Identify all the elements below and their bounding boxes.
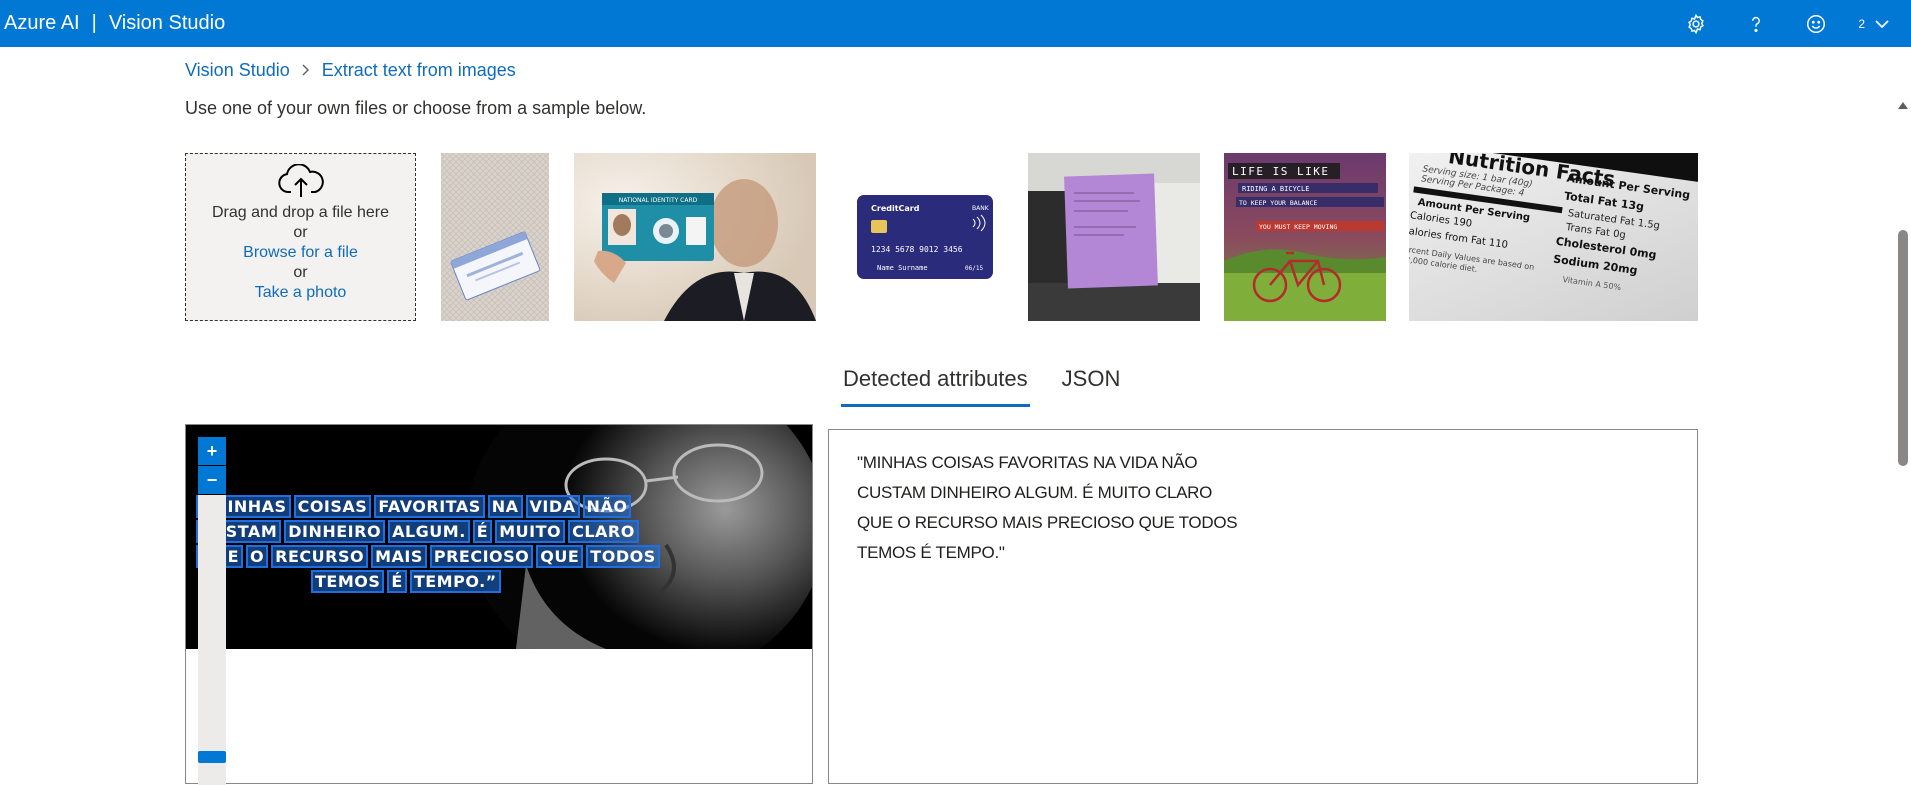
image-preview-panel: “MINHAS COISAS FAVORITAS NA VIDA NÃO CUSTAM DI… xyxy=(185,424,813,785)
extracted-line-3: QUE O RECURSO MAIS PRECIOSO QUE TODOS xyxy=(857,513,1238,532)
ocr-word[interactable]: DINHEIRO xyxy=(284,520,386,543)
ocr-word[interactable]: O xyxy=(246,545,269,568)
ocr-line-2: CUSTAM DINHEIRO ALGUM. É MUITO CLARO xyxy=(196,520,642,543)
ocr-line-4: TEMOS É TEMPO.” xyxy=(311,570,504,593)
sample-social-security-card[interactable] xyxy=(441,153,549,321)
or-text: or xyxy=(293,264,308,281)
credit-card-number: 1234 5678 9012 3456 xyxy=(871,245,963,254)
credit-card-bank: BANK xyxy=(972,205,990,212)
extracted-line-1: "MINHAS COISAS FAVORITAS NA VIDA NÃO xyxy=(857,453,1198,472)
ocr-word[interactable]: TODOS xyxy=(586,545,660,568)
ocr-word[interactable]: COISAS xyxy=(293,495,372,518)
extracted-line-4: TEMOS É TEMPO." xyxy=(857,543,1005,562)
zoom-in-button[interactable]: + xyxy=(198,437,226,465)
analyzed-image: “MINHAS COISAS FAVORITAS NA VIDA NÃO CUSTAM DI… xyxy=(186,425,812,649)
ocr-word[interactable]: NA xyxy=(487,495,523,518)
ocr-word[interactable]: CLARO xyxy=(568,520,639,543)
help-button[interactable] xyxy=(1726,0,1786,47)
sample-nutrition-facts[interactable]: Nutrition Facts Serving size: 1 bar (40g… xyxy=(1409,153,1698,321)
account-menu[interactable]: 2 xyxy=(1846,17,1911,31)
breadcrumb-vision-studio[interactable]: Vision Studio xyxy=(185,60,290,81)
ocr-word[interactable]: NÃO xyxy=(582,495,632,518)
zoom-slider-handle[interactable] xyxy=(198,751,226,763)
ocr-word[interactable]: RECURSO xyxy=(271,545,369,568)
take-photo-link[interactable]: Take a photo xyxy=(186,283,415,303)
bicycle-poster-image: LIFE IS LIKE RIDING A BICYCLE TO KEEP YO… xyxy=(1224,153,1386,321)
brand-vision-studio: Vision Studio xyxy=(108,12,226,34)
poster-line-2: RIDING A BICYCLE xyxy=(1242,185,1309,193)
sticky-note-image xyxy=(1028,153,1200,321)
ocr-word[interactable]: FAVORITAS xyxy=(374,495,485,518)
tab-json[interactable]: JSON xyxy=(1060,362,1123,407)
ocr-word[interactable]: MUITO xyxy=(495,520,566,543)
sample-credit-card[interactable]: CreditCard BANK 1234 5678 9012 3456 Name… xyxy=(841,153,1021,321)
ocr-line-1: “MINHAS COISAS FAVORITAS NA VIDA NÃO xyxy=(196,495,634,518)
gear-icon xyxy=(1688,13,1705,34)
credit-card-expiry: 06/15 xyxy=(965,265,983,272)
zoom-out-button[interactable]: − xyxy=(198,466,226,494)
ocr-word[interactable]: É xyxy=(472,520,493,543)
sample-bicycle-poster[interactable]: LIFE IS LIKE RIDING A BICYCLE TO KEEP YO… xyxy=(1224,153,1386,321)
ocr-word[interactable]: MAIS xyxy=(371,545,427,568)
intro-text: Use one of your own files or choose from… xyxy=(185,98,647,118)
drag-drop-text: Drag and drop a file here xyxy=(212,204,389,221)
credit-card-image: CreditCard BANK 1234 5678 9012 3456 Name… xyxy=(841,153,1021,321)
result-tabs: Detected attributes JSON xyxy=(841,362,1152,407)
zoom-slider-track[interactable] xyxy=(198,495,226,785)
poster-line-1: LIFE IS LIKE xyxy=(1232,165,1329,178)
id-card-photo-image: NATIONAL IDENTITY CARD xyxy=(574,153,816,321)
tab-detected-attributes[interactable]: Detected attributes xyxy=(841,362,1030,407)
feedback-button[interactable] xyxy=(1786,0,1846,47)
ocr-word[interactable]: QUE xyxy=(536,545,584,568)
cloud-upload-icon xyxy=(186,163,415,203)
extracted-line-2: CUSTAM DINHEIRO ALGUM. É MUITO CLARO xyxy=(857,483,1213,502)
scroll-up-arrow-icon[interactable] xyxy=(1898,102,1908,109)
top-bar: Azure AI | Vision Studio 2 xyxy=(0,0,1911,47)
settings-button[interactable] xyxy=(1666,0,1726,47)
breadcrumb: Vision Studio Extract text from images xyxy=(185,60,516,81)
scrollbar-thumb[interactable] xyxy=(1898,230,1908,466)
social-security-card-image xyxy=(441,153,549,321)
ocr-word[interactable]: TEMOS xyxy=(311,570,385,593)
nutrition-facts-image: Nutrition Facts Serving size: 1 bar (40g… xyxy=(1409,153,1698,321)
brand-azure-ai: Azure AI xyxy=(4,12,80,34)
upload-dropzone[interactable]: Drag and drop a file here or Browse for … xyxy=(185,153,416,321)
sample-id-card[interactable]: NATIONAL IDENTITY CARD xyxy=(574,153,816,321)
credit-card-brand: CreditCard xyxy=(871,204,920,213)
ocr-word[interactable]: É xyxy=(387,570,407,593)
sample-sticky-note[interactable] xyxy=(1028,153,1200,321)
ocr-line-3: QUEORECURSOMAISPRECIOSOQUETODOS xyxy=(196,545,663,568)
smiley-icon xyxy=(1807,14,1826,33)
brand[interactable]: Azure AI | Vision Studio xyxy=(0,12,225,35)
id-card-header: NATIONAL IDENTITY CARD xyxy=(619,197,698,204)
poster-line-3: TO KEEP YOUR BALANCE xyxy=(1239,199,1317,207)
page-scrollbar[interactable] xyxy=(1895,94,1911,774)
extracted-text-panel: "MINHAS COISAS FAVORITAS NA VIDA NÃO CUS… xyxy=(828,429,1698,784)
ocr-word[interactable]: TEMPO.” xyxy=(409,570,501,593)
breadcrumb-current[interactable]: Extract text from images xyxy=(322,60,516,81)
chevron-right-icon xyxy=(302,60,310,81)
poster-line-4: YOU MUST KEEP MOVING xyxy=(1259,223,1337,231)
ocr-word[interactable]: VIDA xyxy=(525,495,580,518)
credit-card-name: Name Surname xyxy=(877,264,928,272)
brand-separator: | xyxy=(91,12,97,34)
browse-file-link[interactable]: Browse for a file xyxy=(186,243,415,263)
account-badge: 2 xyxy=(1858,16,1865,31)
or-text: or xyxy=(293,224,308,241)
ocr-word[interactable]: ALGUM. xyxy=(388,520,470,543)
ocr-word[interactable]: PRECIOSO xyxy=(429,545,534,568)
help-icon xyxy=(1752,16,1761,32)
chevron-down-icon xyxy=(1875,19,1889,28)
